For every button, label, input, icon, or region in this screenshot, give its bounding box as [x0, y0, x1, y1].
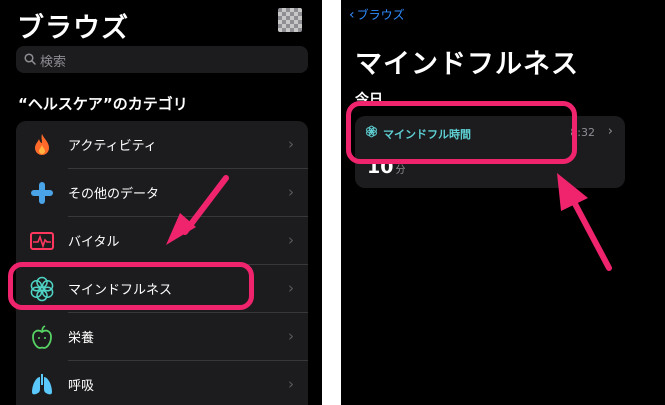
- annotation-arrow: [557, 173, 612, 271]
- annotation-arrow: [166, 175, 229, 245]
- mindfulness-screen: ‹ ブラウズ マインドフルネス 今日 マインドフル時間 8:32 › 10 分: [341, 0, 665, 405]
- browse-screen: ブラウズ 検索 “ヘルスケア”のカテゴリ アクティビティ › その他のデータ ›…: [0, 0, 322, 405]
